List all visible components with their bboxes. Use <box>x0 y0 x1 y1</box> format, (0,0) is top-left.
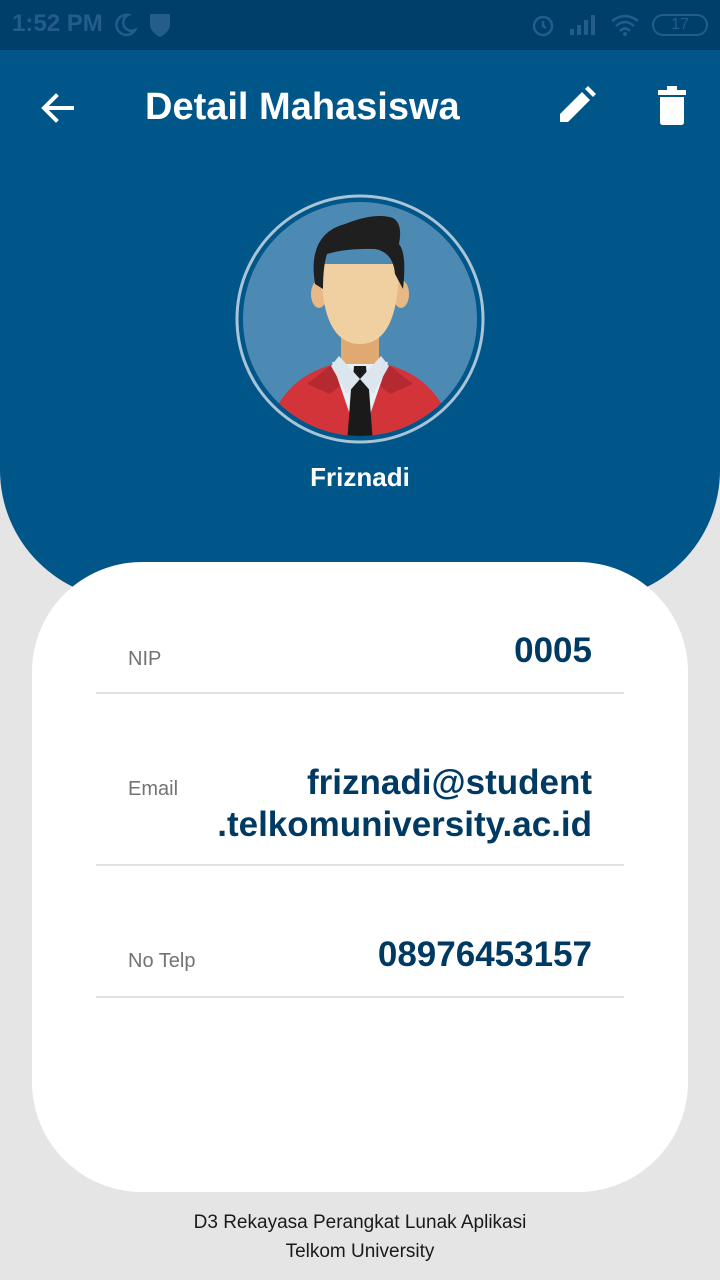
edit-pencil-icon[interactable] <box>554 84 598 128</box>
delete-trash-icon[interactable] <box>650 84 694 128</box>
signal-icon <box>570 15 595 35</box>
shield-icon <box>150 14 170 37</box>
moon-icon <box>115 13 138 37</box>
alarm-icon <box>532 15 554 37</box>
footer: D3 Rekayasa Perangkat Lunak Aplikasi Tel… <box>0 1208 720 1266</box>
phone-row: No Telp 08976453157 <box>96 866 624 998</box>
email-value-line2: .telkomuniversity.ac.id <box>217 805 592 844</box>
wifi-icon <box>611 14 639 36</box>
battery-indicator: 17 <box>652 14 708 36</box>
status-bar: 1:52 PM 17 <box>0 0 720 50</box>
details-card: NIP 0005 Email friznadi@student .telkomu… <box>32 562 688 1192</box>
back-arrow-icon[interactable] <box>36 86 80 130</box>
nip-row: NIP 0005 <box>96 612 624 694</box>
footer-line-1: D3 Rekayasa Perangkat Lunak Aplikasi <box>193 1212 527 1233</box>
avatar <box>235 194 485 444</box>
page-title: Detail Mahasiswa <box>145 86 460 128</box>
email-row: Email friznadi@student .telkomuniversity… <box>96 694 624 866</box>
email-label: Email <box>128 778 179 800</box>
email-value-line1: friznadi@student <box>307 763 592 802</box>
status-time: 1:52 PM <box>12 10 103 37</box>
phone-label: No Telp <box>128 950 196 972</box>
nip-label: NIP <box>128 648 162 670</box>
nip-value: 0005 <box>514 631 592 670</box>
profile-name: Friznadi <box>310 462 410 492</box>
toolbar: Detail Mahasiswa <box>0 50 720 162</box>
footer-line-2: Telkom University <box>285 1241 435 1262</box>
phone-value: 08976453157 <box>377 935 592 974</box>
